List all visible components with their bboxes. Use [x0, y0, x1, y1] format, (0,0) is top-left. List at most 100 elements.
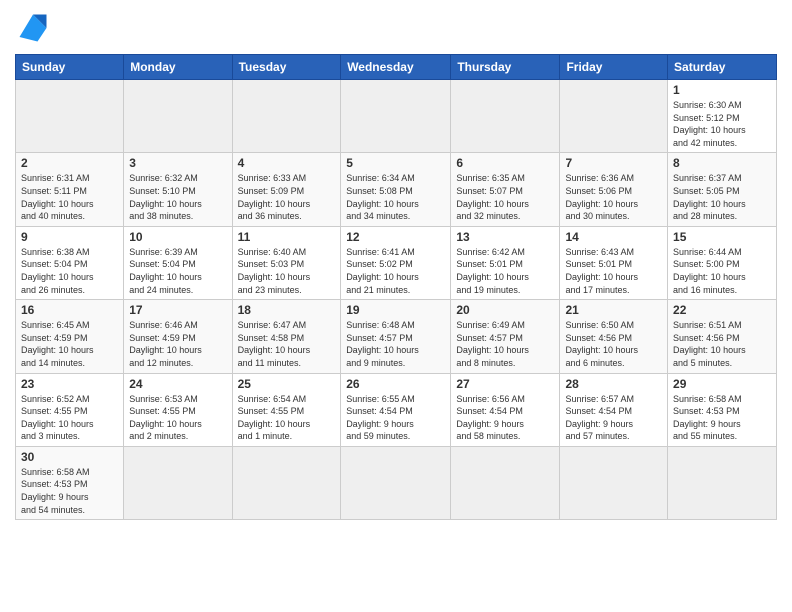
calendar-cell: 11Sunrise: 6:40 AM Sunset: 5:03 PM Dayli…: [232, 226, 341, 299]
day-info: Sunrise: 6:52 AM Sunset: 4:55 PM Dayligh…: [21, 393, 118, 443]
calendar-cell: 6 Sunrise: 6:35 AM Sunset: 5:07 PM Daylig…: [451, 153, 560, 226]
calendar-cell: 23 Sunrise: 6:52 AM Sunset: 4:55 PM Dayli…: [16, 373, 124, 446]
logo: [15, 10, 55, 46]
day-number: 20: [456, 303, 554, 317]
day-number: 17: [129, 303, 226, 317]
calendar-cell: [341, 446, 451, 519]
day-number: 13: [456, 230, 554, 244]
calendar-cell: 26 Sunrise: 6:55 AM Sunset: 4:54 PM Dayli…: [341, 373, 451, 446]
day-number: 27: [456, 377, 554, 391]
calendar-cell: [668, 446, 777, 519]
calendar-cell: 9 Sunrise: 6:38 AM Sunset: 5:04 PM Daylig…: [16, 226, 124, 299]
col-header-thursday: Thursday: [451, 55, 560, 80]
day-number: 26: [346, 377, 445, 391]
col-header-monday: Monday: [124, 55, 232, 80]
calendar-cell: 17 Sunrise: 6:46 AM Sunset: 4:59 PM Dayli…: [124, 300, 232, 373]
calendar-cell: [124, 446, 232, 519]
day-number: 3: [129, 156, 226, 170]
day-info: Sunrise: 6:46 AM Sunset: 4:59 PM Dayligh…: [129, 319, 226, 369]
day-info: Sunrise: 6:50 AM Sunset: 4:56 PM Dayligh…: [565, 319, 662, 369]
calendar-cell: 28 Sunrise: 6:57 AM Sunset: 4:54 PM Dayli…: [560, 373, 668, 446]
day-info: Sunrise: 6:48 AM Sunset: 4:57 PM Dayligh…: [346, 319, 445, 369]
day-info: Sunrise: 6:37 AM Sunset: 5:05 PM Dayligh…: [673, 172, 771, 222]
day-number: 22: [673, 303, 771, 317]
day-number: 18: [238, 303, 336, 317]
calendar: SundayMondayTuesdayWednesdayThursdayFrid…: [15, 54, 777, 520]
day-info: Sunrise: 6:58 AM Sunset: 4:53 PM Dayligh…: [673, 393, 771, 443]
calendar-cell: [560, 80, 668, 153]
day-info: Sunrise: 6:54 AM Sunset: 4:55 PM Dayligh…: [238, 393, 336, 443]
day-info: Sunrise: 6:43 AM Sunset: 5:01 PM Dayligh…: [565, 246, 662, 296]
day-info: Sunrise: 6:45 AM Sunset: 4:59 PM Dayligh…: [21, 319, 118, 369]
day-number: 2: [21, 156, 118, 170]
calendar-cell: [232, 446, 341, 519]
day-number: 16: [21, 303, 118, 317]
day-number: 14: [565, 230, 662, 244]
calendar-cell: 4 Sunrise: 6:33 AM Sunset: 5:09 PM Daylig…: [232, 153, 341, 226]
day-info: Sunrise: 6:57 AM Sunset: 4:54 PM Dayligh…: [565, 393, 662, 443]
day-info: Sunrise: 6:55 AM Sunset: 4:54 PM Dayligh…: [346, 393, 445, 443]
day-number: 21: [565, 303, 662, 317]
day-info: Sunrise: 6:51 AM Sunset: 4:56 PM Dayligh…: [673, 319, 771, 369]
day-info: Sunrise: 6:49 AM Sunset: 4:57 PM Dayligh…: [456, 319, 554, 369]
day-number: 25: [238, 377, 336, 391]
day-info: Sunrise: 6:47 AM Sunset: 4:58 PM Dayligh…: [238, 319, 336, 369]
col-header-tuesday: Tuesday: [232, 55, 341, 80]
calendar-cell: [124, 80, 232, 153]
calendar-cell: 20 Sunrise: 6:49 AM Sunset: 4:57 PM Dayli…: [451, 300, 560, 373]
calendar-cell: 30Sunrise: 6:58 AM Sunset: 4:53 PM Dayli…: [16, 446, 124, 519]
calendar-cell: [232, 80, 341, 153]
day-number: 28: [565, 377, 662, 391]
day-number: 29: [673, 377, 771, 391]
calendar-cell: 7 Sunrise: 6:36 AM Sunset: 5:06 PM Daylig…: [560, 153, 668, 226]
day-number: 10: [129, 230, 226, 244]
logo-icon: [15, 10, 51, 46]
calendar-cell: [451, 80, 560, 153]
day-number: 24: [129, 377, 226, 391]
calendar-cell: 15 Sunrise: 6:44 AM Sunset: 5:00 PM Dayli…: [668, 226, 777, 299]
col-header-saturday: Saturday: [668, 55, 777, 80]
calendar-cell: [16, 80, 124, 153]
day-number: 15: [673, 230, 771, 244]
calendar-cell: 19 Sunrise: 6:48 AM Sunset: 4:57 PM Dayli…: [341, 300, 451, 373]
day-info: Sunrise: 6:30 AM Sunset: 5:12 PM Dayligh…: [673, 99, 771, 149]
col-header-wednesday: Wednesday: [341, 55, 451, 80]
day-info: Sunrise: 6:36 AM Sunset: 5:06 PM Dayligh…: [565, 172, 662, 222]
day-number: 4: [238, 156, 336, 170]
calendar-cell: 29 Sunrise: 6:58 AM Sunset: 4:53 PM Dayli…: [668, 373, 777, 446]
calendar-cell: 12Sunrise: 6:41 AM Sunset: 5:02 PM Dayli…: [341, 226, 451, 299]
calendar-cell: 22 Sunrise: 6:51 AM Sunset: 4:56 PM Dayli…: [668, 300, 777, 373]
calendar-cell: 21 Sunrise: 6:50 AM Sunset: 4:56 PM Dayli…: [560, 300, 668, 373]
day-info: Sunrise: 6:34 AM Sunset: 5:08 PM Dayligh…: [346, 172, 445, 222]
day-info: Sunrise: 6:33 AM Sunset: 5:09 PM Dayligh…: [238, 172, 336, 222]
calendar-cell: 27Sunrise: 6:56 AM Sunset: 4:54 PM Dayli…: [451, 373, 560, 446]
day-info: Sunrise: 6:42 AM Sunset: 5:01 PM Dayligh…: [456, 246, 554, 296]
day-info: Sunrise: 6:38 AM Sunset: 5:04 PM Dayligh…: [21, 246, 118, 296]
day-info: Sunrise: 6:53 AM Sunset: 4:55 PM Dayligh…: [129, 393, 226, 443]
calendar-cell: 10 Sunrise: 6:39 AM Sunset: 5:04 PM Dayli…: [124, 226, 232, 299]
day-number: 19: [346, 303, 445, 317]
col-header-sunday: Sunday: [16, 55, 124, 80]
day-info: Sunrise: 6:32 AM Sunset: 5:10 PM Dayligh…: [129, 172, 226, 222]
day-number: 1: [673, 83, 771, 97]
calendar-cell: 18 Sunrise: 6:47 AM Sunset: 4:58 PM Dayli…: [232, 300, 341, 373]
calendar-cell: [560, 446, 668, 519]
calendar-cell: 8Sunrise: 6:37 AM Sunset: 5:05 PM Daylig…: [668, 153, 777, 226]
calendar-cell: 16 Sunrise: 6:45 AM Sunset: 4:59 PM Dayli…: [16, 300, 124, 373]
calendar-cell: 24 Sunrise: 6:53 AM Sunset: 4:55 PM Dayli…: [124, 373, 232, 446]
calendar-cell: 13 Sunrise: 6:42 AM Sunset: 5:01 PM Dayli…: [451, 226, 560, 299]
day-number: 9: [21, 230, 118, 244]
day-number: 7: [565, 156, 662, 170]
day-info: Sunrise: 6:39 AM Sunset: 5:04 PM Dayligh…: [129, 246, 226, 296]
day-number: 23: [21, 377, 118, 391]
col-header-friday: Friday: [560, 55, 668, 80]
day-info: Sunrise: 6:35 AM Sunset: 5:07 PM Dayligh…: [456, 172, 554, 222]
day-info: Sunrise: 6:44 AM Sunset: 5:00 PM Dayligh…: [673, 246, 771, 296]
day-number: 11: [238, 230, 336, 244]
calendar-cell: 5Sunrise: 6:34 AM Sunset: 5:08 PM Daylig…: [341, 153, 451, 226]
day-number: 12: [346, 230, 445, 244]
calendar-cell: 14 Sunrise: 6:43 AM Sunset: 5:01 PM Dayli…: [560, 226, 668, 299]
page: SundayMondayTuesdayWednesdayThursdayFrid…: [0, 0, 792, 612]
day-number: 6: [456, 156, 554, 170]
day-info: Sunrise: 6:58 AM Sunset: 4:53 PM Dayligh…: [21, 466, 118, 516]
